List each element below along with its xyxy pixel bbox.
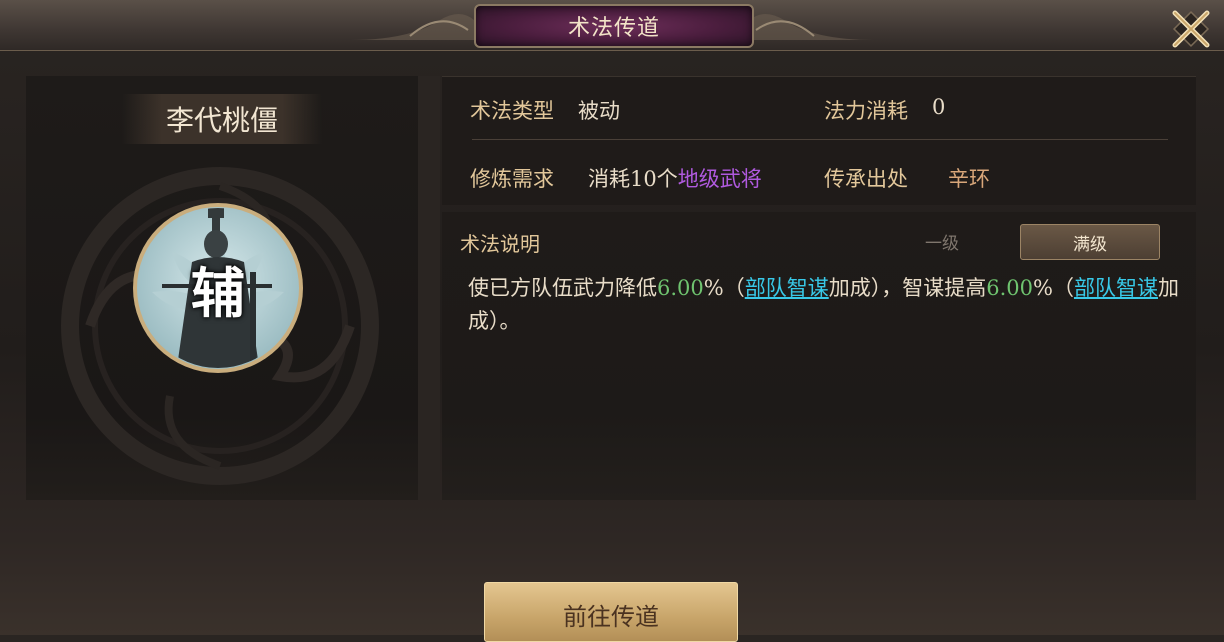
page-title: 术法传道 [567,16,660,41]
desc-value-2: 6.00 [986,276,1033,300]
info-divider [472,139,1168,140]
stat-link-1[interactable]: 部队智谋 [745,276,829,300]
close-button[interactable] [1160,0,1222,58]
skill-type-value: 被动 [578,99,620,123]
requirement-rank: 地级武将 [677,167,762,191]
skill-type-label: 术法类型 [470,99,554,123]
requirement-label: 修炼需求 [470,167,554,191]
skill-info-panel: 术法类型 被动 法力消耗 0 修炼需求 消耗10个地级武将 传承出处 辛环 [442,76,1196,205]
stat-link-2[interactable]: 部队智谋 [1074,276,1158,300]
hero-name: 李代桃僵 [122,94,322,144]
requirement-prefix: 消耗10个 [588,167,678,191]
title-plate: 术法传道 [474,4,754,48]
top-bar: 术法传道 [0,0,1224,51]
hero-panel: 李代桃僵 辅 [26,76,418,500]
role-badge: 辅 [191,260,245,325]
description-text: 使已方队伍武力降低6.00%（部队智谋加成），智谋提高6.00%（部队智谋加成）… [468,272,1180,338]
desc-part-3: 加成），智谋提高 [828,276,987,300]
go-teach-button[interactable]: 前往传道 [484,582,738,642]
tab-level-1[interactable]: 一级 [904,224,980,258]
origin-value[interactable]: 辛环 [948,163,990,193]
mana-cost-label: 法力消耗 [824,99,908,123]
desc-value-1: 6.00 [657,276,704,300]
close-x-icon [1172,10,1210,48]
skill-description-panel: 术法说明 一级 满级 使已方队伍武力降低6.00%（部队智谋加成），智谋提高6.… [442,212,1196,500]
description-heading: 术法说明 [460,232,540,256]
requirement-value: 消耗10个地级武将 [588,163,762,193]
desc-part-4: %（ [1033,276,1074,300]
origin-label: 传承出处 [824,167,908,191]
panel-gap [418,76,440,500]
mana-cost-value: 0 [932,95,946,119]
tab-max-level[interactable]: 满级 [1020,224,1160,260]
desc-part-1: 使已方队伍武力降低 [468,276,657,300]
desc-part-2: %（ [703,276,745,300]
